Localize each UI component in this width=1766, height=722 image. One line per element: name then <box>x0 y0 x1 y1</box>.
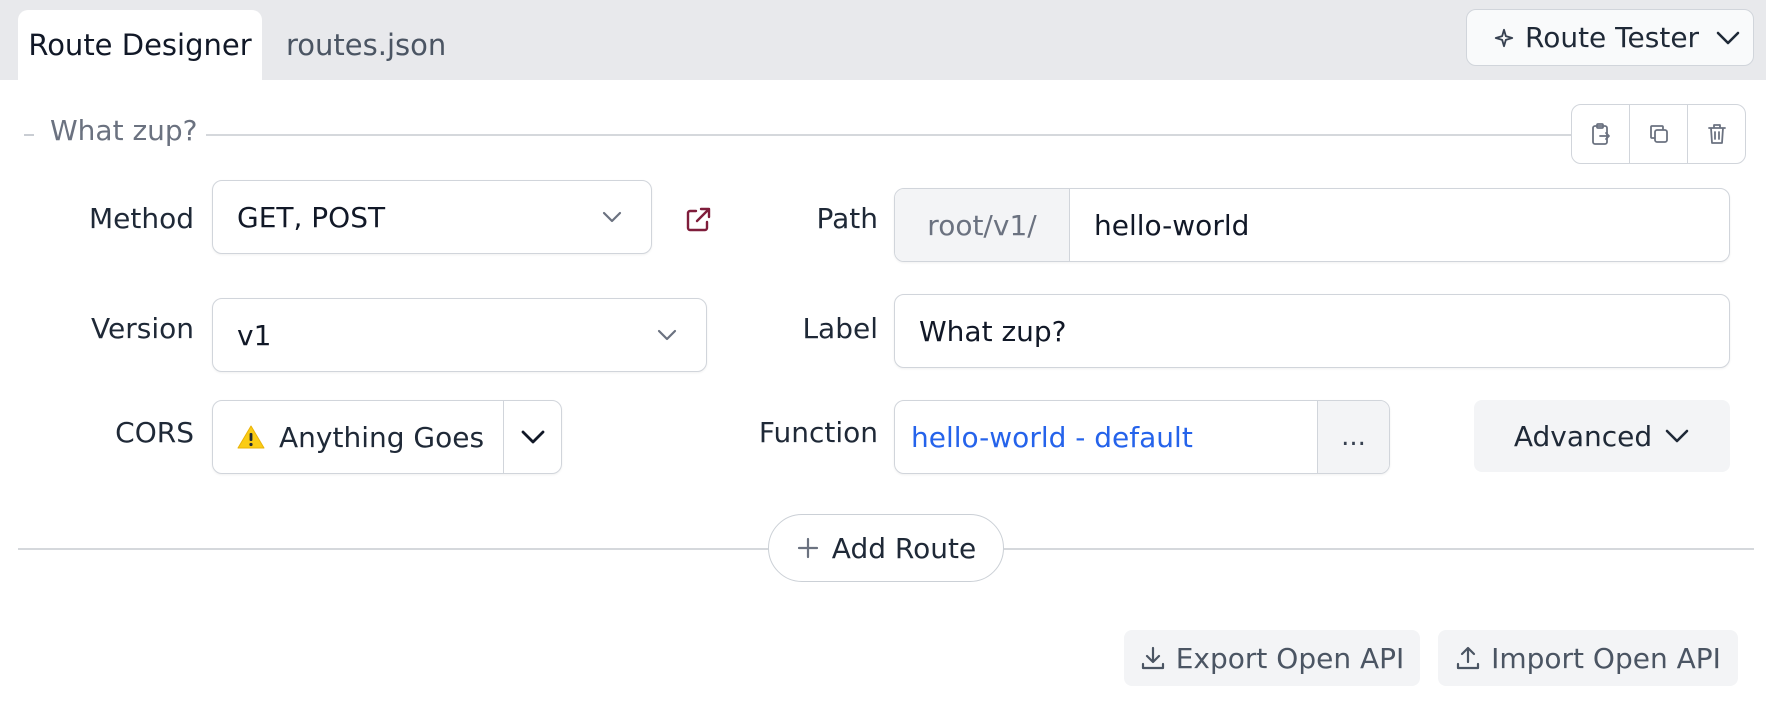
external-link-icon <box>684 206 712 234</box>
chevron-down-icon <box>520 429 546 445</box>
advanced-label: Advanced <box>1513 419 1653 453</box>
tab-bar: Route Designer routes.json Route Tester <box>0 0 1766 80</box>
group-collapse-dash[interactable] <box>24 134 34 136</box>
warning-icon <box>237 424 265 450</box>
group-divider <box>206 134 1572 136</box>
version-value: v1 <box>237 318 272 352</box>
route-tester-label: Route Tester <box>1525 21 1700 54</box>
cors-select: Anything Goes <box>212 400 562 474</box>
export-label: Export Open API <box>1175 641 1405 675</box>
duplicate-icon <box>1648 123 1670 145</box>
path-prefix: root/v1/ <box>895 189 1070 261</box>
plus-icon <box>796 536 820 560</box>
method-select[interactable]: GET, POST <box>212 180 652 254</box>
version-label: Version <box>91 312 194 345</box>
function-link[interactable]: hello-world - default <box>895 401 1317 473</box>
add-route-button[interactable]: Add Route <box>768 514 1004 582</box>
group-title: What zup? <box>50 114 198 147</box>
group-actions <box>1571 104 1746 164</box>
method-label: Method <box>88 202 194 235</box>
chevron-down-icon <box>601 210 623 224</box>
sparkle-icon <box>1493 27 1515 49</box>
cors-label: CORS <box>115 416 194 449</box>
add-route-label: Add Route <box>831 531 977 565</box>
import-label: Import Open API <box>1491 641 1721 675</box>
tab-route-designer[interactable]: Route Designer <box>18 10 262 80</box>
path-input[interactable]: hello-world <box>1070 189 1729 261</box>
function-field: hello-world - default ... <box>894 400 1390 474</box>
tab-routes-json[interactable]: routes.json <box>262 10 470 80</box>
method-value: GET, POST <box>237 200 386 234</box>
version-select[interactable]: v1 <box>212 298 707 372</box>
duplicate-button[interactable] <box>1629 105 1687 163</box>
upload-icon <box>1455 645 1481 671</box>
function-more-button[interactable]: ... <box>1317 401 1389 473</box>
tab-label: routes.json <box>286 28 447 62</box>
tab-label: Route Designer <box>28 28 252 62</box>
download-icon <box>1140 645 1166 671</box>
chevron-down-icon <box>1664 428 1690 444</box>
chevron-down-icon <box>1715 30 1741 46</box>
trash-icon <box>1706 122 1728 146</box>
import-open-api-button[interactable]: Import Open API <box>1438 630 1738 686</box>
cors-value: Anything Goes <box>279 420 485 454</box>
cors-dropdown-toggle[interactable] <box>503 401 561 473</box>
export-open-api-button[interactable]: Export Open API <box>1124 630 1420 686</box>
path-field: root/v1/ hello-world <box>894 188 1730 262</box>
copy-to-clipboard-button[interactable] <box>1572 105 1629 163</box>
advanced-button[interactable]: Advanced <box>1474 400 1730 472</box>
external-link-button[interactable] <box>684 206 712 234</box>
delete-button[interactable] <box>1687 105 1745 163</box>
route-label-input[interactable]: What zup? <box>894 294 1730 368</box>
function-label: Function <box>758 416 878 449</box>
path-label: Path <box>816 202 878 235</box>
clipboard-copy-icon <box>1590 122 1612 146</box>
cors-option[interactable]: Anything Goes <box>213 401 503 473</box>
chevron-down-icon <box>656 328 678 342</box>
route-tester-button[interactable]: Route Tester <box>1466 9 1754 66</box>
route-label-label: Label <box>802 312 878 345</box>
